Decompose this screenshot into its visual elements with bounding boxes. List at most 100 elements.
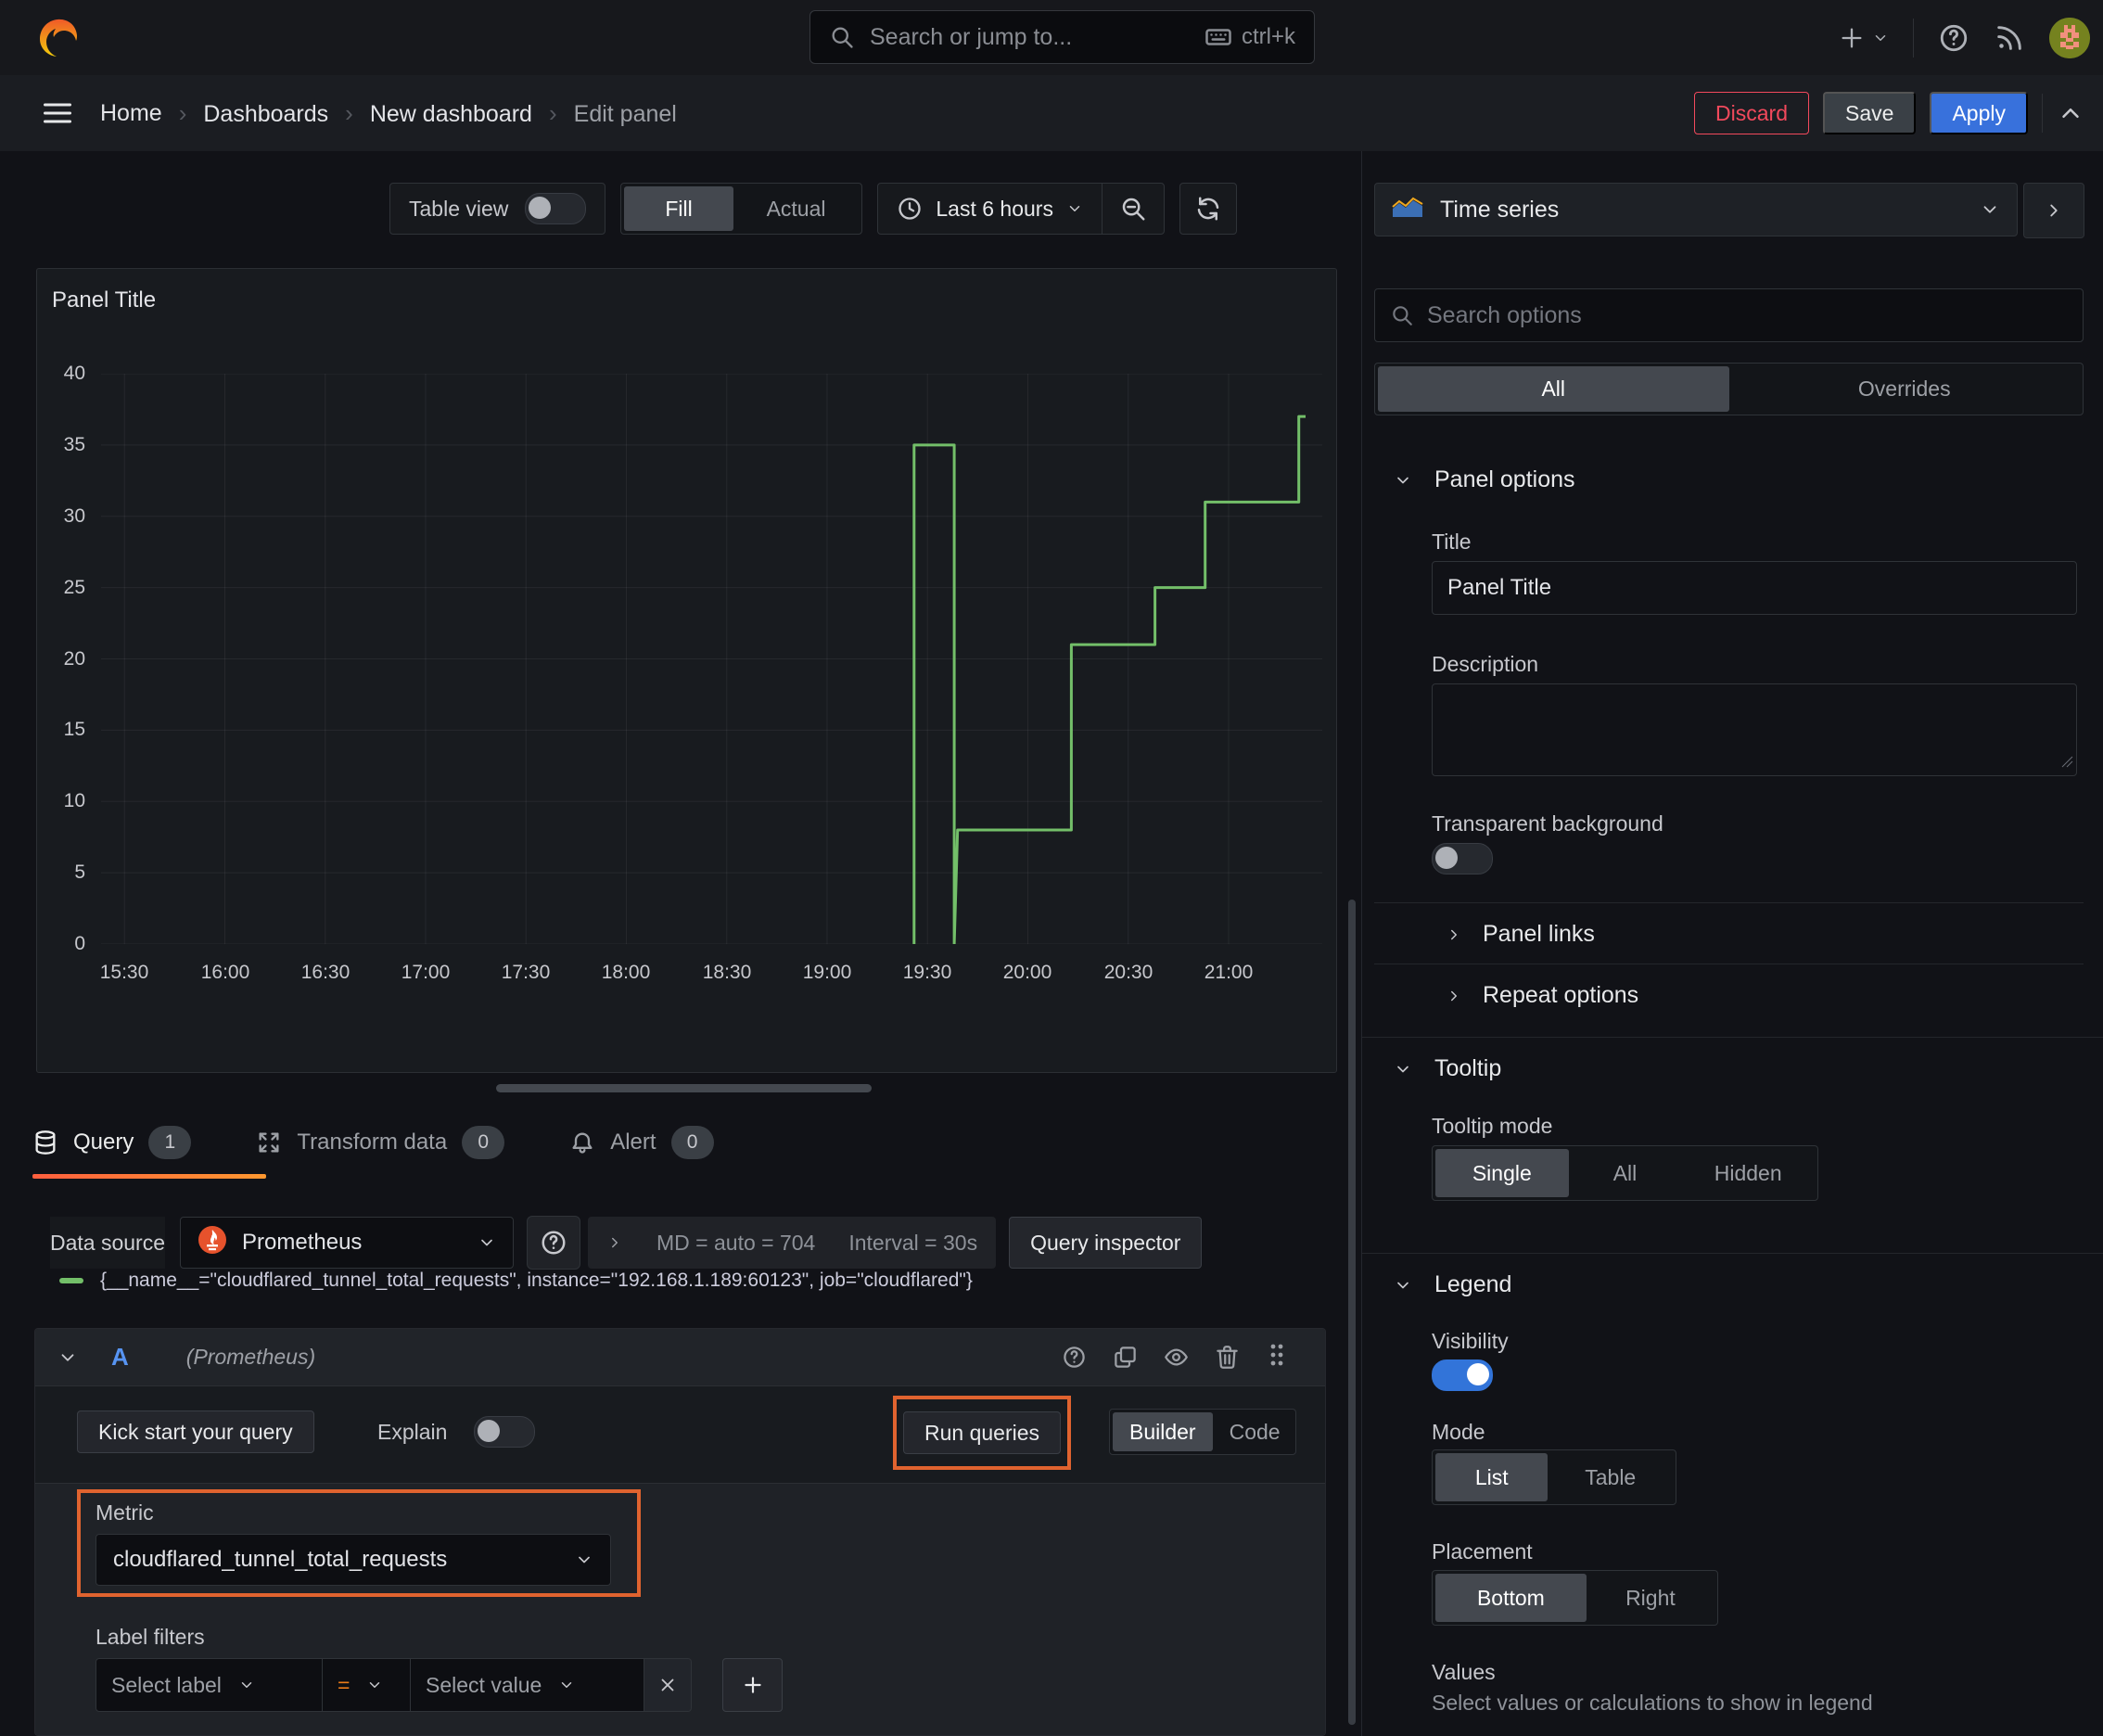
datasource-picker[interactable]: Prometheus [180, 1217, 515, 1269]
drag-handle-icon[interactable] [1266, 1343, 1288, 1372]
horizontal-scrollbar[interactable] [496, 1084, 872, 1092]
interval: Interval = 30s [848, 1230, 978, 1255]
legend-header[interactable]: Legend [1394, 1271, 1511, 1298]
overrides-tab[interactable]: Overrides [1729, 366, 2081, 412]
tab-alert[interactable]: Alert 0 [569, 1126, 714, 1159]
transparent-background-toggle[interactable] [1432, 843, 1493, 874]
chevron-down-icon [370, 1682, 380, 1688]
prometheus-icon [198, 1225, 227, 1261]
explain-toggle[interactable] [474, 1416, 535, 1448]
keyboard-icon [1204, 23, 1232, 51]
query-options-summary[interactable]: MD = auto = 704 Interval = 30s [588, 1217, 997, 1269]
menu-toggle-icon[interactable] [41, 96, 74, 130]
legend-mode-table[interactable]: Table [1548, 1453, 1673, 1501]
table-view-toggle[interactable] [525, 193, 587, 224]
select-value-dropdown[interactable]: Select value [410, 1658, 644, 1712]
vertical-scrollbar[interactable] [1348, 900, 1356, 1725]
tooltip-header[interactable]: Tooltip [1394, 1055, 1501, 1082]
collapse-header-icon[interactable] [2057, 99, 2084, 127]
operator-dropdown[interactable]: = [322, 1658, 411, 1712]
breadcrumb-dashboards[interactable]: Dashboards [162, 99, 328, 128]
close-icon [661, 1679, 674, 1691]
tab-transform[interactable]: Transform data 0 [256, 1126, 505, 1159]
tab-query-count: 1 [148, 1126, 192, 1159]
panel-options-title: Panel options [1434, 466, 1575, 492]
datasource-help-icon[interactable] [527, 1216, 581, 1270]
legend-mode-label: Mode [1432, 1420, 1485, 1444]
chart-legend[interactable]: {__name__="cloudflared_tunnel_total_requ… [59, 1270, 973, 1292]
remove-filter-button[interactable] [644, 1658, 692, 1712]
description-textarea[interactable] [1432, 683, 2077, 776]
repeat-options-section[interactable]: Repeat options [1446, 982, 1638, 1009]
zoom-out-button[interactable] [1102, 195, 1164, 223]
tooltip-hidden-option[interactable]: Hidden [1681, 1149, 1815, 1197]
news-rss-icon[interactable] [1994, 22, 2025, 54]
all-overrides-switch: All Overrides [1374, 363, 2084, 415]
run-queries-button[interactable]: Run queries [902, 1411, 1062, 1454]
refresh-button[interactable] [1179, 183, 1237, 235]
query-help-icon[interactable] [1062, 1345, 1087, 1370]
code-option[interactable]: Code [1213, 1412, 1297, 1451]
discard-button[interactable]: Discard [1694, 92, 1810, 134]
resize-handle-icon[interactable] [2060, 755, 2073, 772]
divider [2042, 94, 2043, 133]
legend-placement-right[interactable]: Right [1587, 1574, 1714, 1622]
panel-links-section[interactable]: Panel links [1446, 921, 1595, 948]
toggle-viz-picker-button[interactable] [2023, 183, 2084, 238]
grafana-logo-icon[interactable] [36, 17, 79, 59]
panel-title: Panel Title [52, 287, 157, 313]
tab-alert-count: 0 [670, 1126, 714, 1159]
panel-options-sidebar: Time series Search options All Overrides… [1361, 151, 2103, 1736]
builder-option[interactable]: Builder [1113, 1412, 1213, 1451]
query-row-header[interactable]: A (Prometheus) [35, 1329, 1325, 1386]
delete-query-icon[interactable] [1215, 1345, 1240, 1370]
chevron-right-icon [1451, 990, 1457, 1001]
options-search-input[interactable]: Search options [1374, 288, 2084, 342]
apply-button[interactable]: Apply [1930, 92, 2028, 134]
legend-placement-bottom[interactable]: Bottom [1435, 1574, 1587, 1622]
panel-preview[interactable]: Panel Title 0 5 10 15 20 25 30 35 40 15:30 16:00 1… [36, 268, 1337, 1291]
metric-select[interactable]: cloudflared_tunnel_total_requests [96, 1534, 611, 1586]
tab-query-label: Query [73, 1130, 134, 1155]
tooltip-all-option[interactable]: All [1569, 1149, 1682, 1197]
database-icon [32, 1130, 58, 1155]
panel-options-header[interactable]: Panel options [1394, 466, 1575, 493]
save-button[interactable]: Save [1823, 92, 1917, 134]
hide-query-icon[interactable] [1164, 1345, 1189, 1370]
add-filter-button[interactable] [722, 1658, 783, 1712]
time-series-chart [101, 374, 1322, 944]
visualization-name: Time series [1440, 196, 1560, 223]
datasource-label: Data source [50, 1217, 166, 1269]
fill-option[interactable]: Fill [624, 186, 733, 231]
max-data-points: MD = auto = 704 [656, 1230, 816, 1255]
help-icon[interactable] [1938, 22, 1969, 54]
metric-label: Metric [96, 1500, 154, 1525]
visualization-picker[interactable]: Time series [1374, 183, 2018, 236]
timeseries-icon [1392, 196, 1423, 224]
options-search-placeholder: Search options [1427, 301, 1582, 328]
breadcrumb-new-dashboard[interactable]: New dashboard [328, 99, 532, 128]
actual-option[interactable]: Actual [733, 186, 860, 231]
duplicate-query-icon[interactable] [1113, 1345, 1138, 1370]
breadcrumb-home[interactable]: Home [100, 100, 162, 127]
chevron-right-icon [612, 1237, 618, 1248]
legend-mode-list[interactable]: List [1435, 1453, 1549, 1501]
clock-icon [897, 196, 923, 222]
new-menu-button[interactable] [1839, 25, 1889, 51]
legend-visibility-toggle[interactable] [1432, 1359, 1493, 1391]
kick-start-query-button[interactable]: Kick start your query [77, 1410, 314, 1453]
tab-transform-label: Transform data [297, 1130, 448, 1155]
chevron-down-icon [1397, 1066, 1408, 1072]
select-label-dropdown[interactable]: Select label [96, 1658, 323, 1712]
global-search-input[interactable]: Search or jump to... ctrl+k [809, 10, 1315, 64]
plus-icon [744, 1677, 761, 1693]
panel-title-input[interactable] [1432, 561, 2077, 615]
tab-query[interactable]: Query 1 [32, 1126, 192, 1159]
all-tab[interactable]: All [1378, 366, 1729, 412]
time-picker: Last 6 hours [877, 183, 1165, 235]
time-range-button[interactable]: Last 6 hours [878, 196, 1102, 222]
tooltip-single-option[interactable]: Single [1435, 1149, 1569, 1197]
divider [1362, 1037, 2103, 1038]
query-inspector-button[interactable]: Query inspector [1009, 1217, 1203, 1269]
user-avatar[interactable] [2049, 17, 2090, 58]
